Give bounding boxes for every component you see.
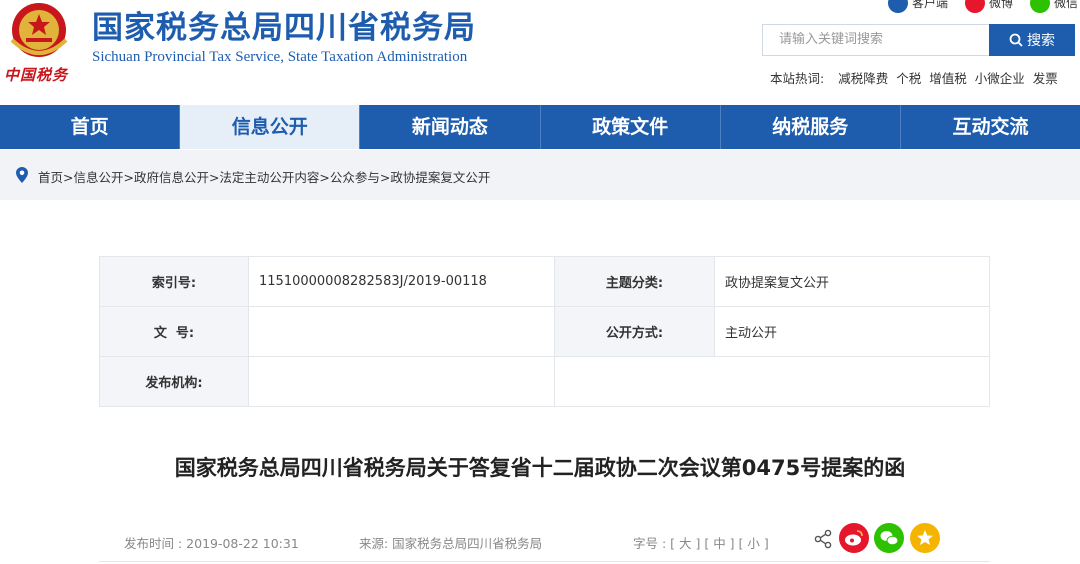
star-icon (917, 530, 933, 545)
wechat-icon (880, 531, 899, 546)
main-nav: 首页 信息公开 新闻动态 政策文件 纳税服务 互动交流 (0, 105, 1080, 149)
national-emblem-icon (10, 3, 68, 57)
site-title[interactable]: 国家税务总局四川省税务局 (92, 2, 476, 47)
hotword-link[interactable]: 个税 (896, 71, 921, 86)
client-app-label: 客户端 (912, 0, 949, 10)
disclosure-method-value: 主动公开 (714, 306, 990, 357)
font-size-control: 字号 : [ 大 ] [ 中 ] [ 小 ] (633, 533, 769, 552)
hotwords: 本站热词: 减税降费 个税 增值税 小微企业 发票 (770, 68, 1062, 87)
font-size-medium[interactable]: [ 中 ] (704, 536, 734, 551)
article-title: 国家税务总局四川省税务局关于答复省十二届政协二次会议第0475号提案的函 (174, 456, 906, 480)
weibo-label: 微博 (989, 0, 1014, 10)
wechat-label: 微信 (1054, 0, 1079, 10)
disclosure-method-label: 公开方式: (554, 306, 715, 357)
search-input[interactable]: 请输入关键词搜索 (762, 24, 990, 56)
document-info-table: 索引号: 11510000008282583J/2019-00118 主题分类:… (99, 256, 990, 407)
search-button-label: 搜索 (1027, 33, 1055, 49)
index-number-label: 索引号: (99, 256, 249, 307)
empty-cell (554, 356, 990, 407)
hotword-link[interactable]: 减税降费 (838, 71, 888, 86)
weibo-icon (845, 530, 863, 546)
document-number-value (248, 306, 555, 357)
share-wechat-button[interactable] (874, 523, 904, 553)
weibo-link[interactable]: 微博 (965, 0, 1014, 13)
hotwords-label: 本站热词: (770, 71, 825, 86)
table-row: 索引号: 11510000008282583J/2019-00118 主题分类:… (99, 256, 990, 307)
table-row: 文 号: 公开方式: 主动公开 (99, 306, 990, 357)
nav-info-disclosure[interactable]: 信息公开 (180, 105, 361, 149)
weibo-icon (965, 0, 985, 13)
issuer-value (248, 356, 555, 407)
hotword-link[interactable]: 发票 (1033, 71, 1058, 86)
china-tax-logo-text: 中国税务 (4, 66, 69, 84)
index-number-value: 11510000008282583J/2019-00118 (248, 256, 555, 307)
wechat-icon (1030, 0, 1050, 13)
search-button[interactable]: 搜索 (989, 24, 1075, 56)
favorite-button[interactable] (910, 523, 940, 553)
nav-news[interactable]: 新闻动态 (360, 105, 541, 149)
article-source: 来源: 国家税务总局四川省税务局 (359, 536, 543, 551)
nav-interaction[interactable]: 互动交流 (901, 105, 1080, 149)
search-icon (1009, 33, 1023, 47)
hotword-link[interactable]: 增值税 (929, 71, 967, 86)
issuer-label: 发布机构: (99, 356, 249, 407)
topic-value: 政协提案复文公开 (714, 256, 990, 307)
font-size-large[interactable]: [ 大 ] (670, 536, 700, 551)
table-row: 发布机构: (99, 356, 990, 407)
font-size-small[interactable]: [ 小 ] (739, 536, 769, 551)
divider (99, 561, 990, 562)
share-weibo-button[interactable] (839, 523, 869, 553)
share-icon[interactable] (813, 528, 835, 550)
font-size-label: 字号 : (633, 536, 667, 551)
breadcrumb-bar: 首页>信息公开>政府信息公开>法定主动公开内容>公众参与>政协提案复文公开 (0, 150, 1080, 200)
document-number-label: 文 号: (99, 306, 249, 357)
client-app-link[interactable]: 客户端 (888, 0, 949, 13)
nav-home[interactable]: 首页 (0, 105, 181, 149)
breadcrumb[interactable]: 首页>信息公开>政府信息公开>法定主动公开内容>公众参与>政协提案复文公开 (38, 167, 490, 186)
hotword-link[interactable]: 小微企业 (975, 71, 1025, 86)
wechat-link[interactable]: 微信 (1030, 0, 1079, 13)
nav-policy-documents[interactable]: 政策文件 (541, 105, 721, 149)
publish-time: 发布时间 : 2019-08-22 10:31 (124, 536, 299, 551)
location-pin-icon (16, 167, 28, 183)
site-subtitle: Sichuan Provincial Tax Service, State Ta… (92, 49, 468, 65)
nav-taxpayer-services[interactable]: 纳税服务 (721, 105, 901, 149)
mobile-app-icon (888, 0, 908, 13)
topic-label: 主题分类: (554, 256, 715, 307)
